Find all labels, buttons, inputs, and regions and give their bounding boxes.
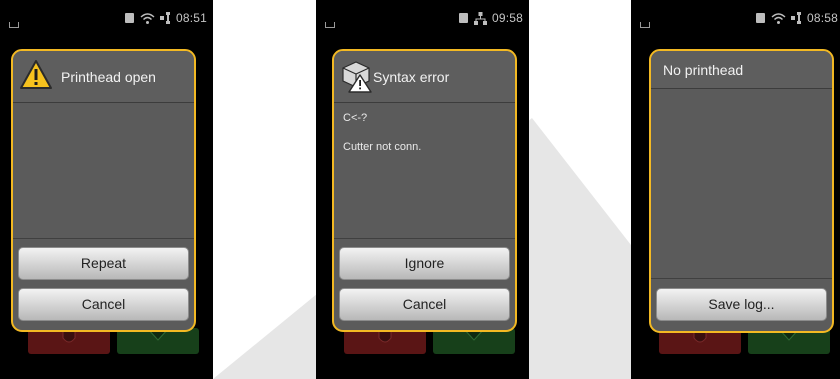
dialog-header: No printhead: [651, 51, 832, 89]
wifi-icon: [771, 12, 786, 24]
printer-screen-1: 08:51 Printhead open Repeat Cancel: [0, 0, 213, 379]
dialog-button-area: Ignore Cancel: [334, 238, 515, 330]
dialog-title: Syntax error: [373, 69, 450, 85]
syntax-error-icon: [342, 61, 372, 93]
error-dialog: Printhead open Repeat Cancel: [11, 49, 196, 332]
save-log-button[interactable]: Save log...: [656, 288, 827, 321]
cancel-button[interactable]: Cancel: [339, 288, 510, 321]
dialog-header: Printhead open: [13, 51, 194, 103]
clock: 08:51: [175, 11, 207, 25]
connection-icon: [159, 12, 170, 24]
dialog-title: No printhead: [663, 62, 744, 78]
memory-card-icon: [124, 13, 134, 23]
dialog-button-area: Repeat Cancel: [13, 238, 194, 330]
memory-card-icon: [458, 13, 468, 23]
status-bar: 08:51: [0, 0, 213, 34]
tray-icon: [9, 22, 19, 28]
clock: 08:58: [806, 11, 838, 25]
dialog-button-area: Save log...: [651, 278, 832, 331]
memory-card-icon: [755, 13, 765, 23]
wifi-icon: [140, 12, 155, 24]
connection-icon: [790, 12, 801, 24]
warning-icon: [20, 60, 52, 89]
repeat-button[interactable]: Repeat: [18, 247, 189, 280]
error-dialog: Syntax error C<-? Cutter not conn. Ignor…: [332, 49, 517, 332]
error-dialog: No printhead Save log...: [649, 49, 834, 333]
printer-screen-3: 08:58 No printhead Save log...: [631, 0, 840, 379]
ignore-button[interactable]: Ignore: [339, 247, 510, 280]
status-bar: 08:58: [631, 0, 840, 34]
error-line-1: C<-?: [343, 112, 368, 124]
status-bar: 09:58: [316, 0, 529, 34]
error-line-2: Cutter not conn.: [343, 141, 422, 153]
clock: 09:58: [491, 11, 523, 25]
printer-screen-2: 09:58 Syntax error C<-? Cutter not conn.…: [316, 0, 529, 379]
tray-icon: [325, 22, 335, 28]
ethernet-icon: [473, 11, 487, 25]
tray-icon: [640, 22, 650, 28]
dialog-title: Printhead open: [61, 69, 156, 85]
cancel-button[interactable]: Cancel: [18, 288, 189, 321]
dialog-header: Syntax error: [334, 51, 515, 103]
